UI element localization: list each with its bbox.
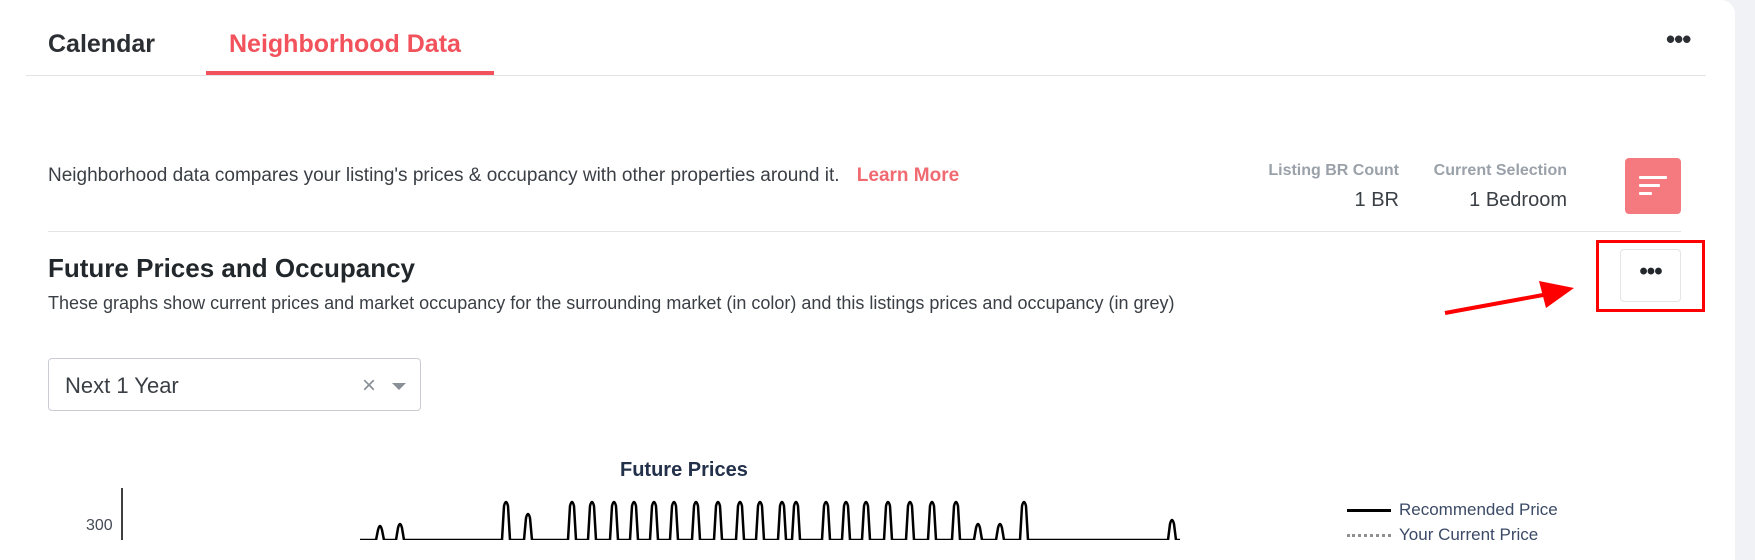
listing-br-count-label: Listing BR Count xyxy=(1268,162,1399,179)
listing-br-count-value: 1 BR xyxy=(1354,189,1399,211)
section-description: These graphs show current prices and mar… xyxy=(48,293,1175,313)
active-tab-indicator xyxy=(206,71,494,75)
tab-neighborhood-data[interactable]: Neighborhood Data xyxy=(229,30,461,59)
listing-br-count: Listing BR Count 1 BR xyxy=(1268,162,1399,212)
section-title: Future Prices and Occupancy xyxy=(48,253,416,283)
clear-selection-icon[interactable]: × xyxy=(362,372,376,400)
current-selection-value: 1 Bedroom xyxy=(1469,189,1567,211)
future-prices-chart xyxy=(121,488,1180,540)
chart-title: Future Prices xyxy=(620,459,748,481)
tab-bar: Calendar Neighborhood Data xyxy=(26,0,1706,76)
recommended-price-line xyxy=(360,500,1180,540)
y-tick-label: 300 xyxy=(86,517,113,534)
legend-recommended-swatch xyxy=(1347,509,1391,512)
main-card: Calendar Neighborhood Data ••• Neighborh… xyxy=(0,0,1735,560)
intro-description: Neighborhood data compares your listing'… xyxy=(48,165,840,186)
filter-button[interactable] xyxy=(1625,158,1681,214)
legend-recommended-label: Recommended Price xyxy=(1399,500,1558,519)
tab-calendar[interactable]: Calendar xyxy=(48,30,155,59)
intro-text: Neighborhood data compares your listing'… xyxy=(48,165,959,187)
section-divider xyxy=(48,231,1681,232)
chart-more-options-button[interactable]: ••• xyxy=(1620,249,1681,302)
current-selection: Current Selection 1 Bedroom xyxy=(1434,162,1567,212)
legend-current-swatch xyxy=(1347,534,1391,537)
chevron-down-icon[interactable] xyxy=(392,383,406,390)
current-selection-label: Current Selection xyxy=(1433,162,1567,179)
date-range-value: Next 1 Year xyxy=(65,373,179,398)
more-options-icon[interactable]: ••• xyxy=(1666,26,1691,52)
learn-more-link[interactable]: Learn More xyxy=(857,165,959,186)
legend-current-label: Your Current Price xyxy=(1399,525,1539,544)
annotation-arrow xyxy=(1444,281,1574,315)
date-range-select[interactable]: Next 1 Year × xyxy=(48,358,421,411)
